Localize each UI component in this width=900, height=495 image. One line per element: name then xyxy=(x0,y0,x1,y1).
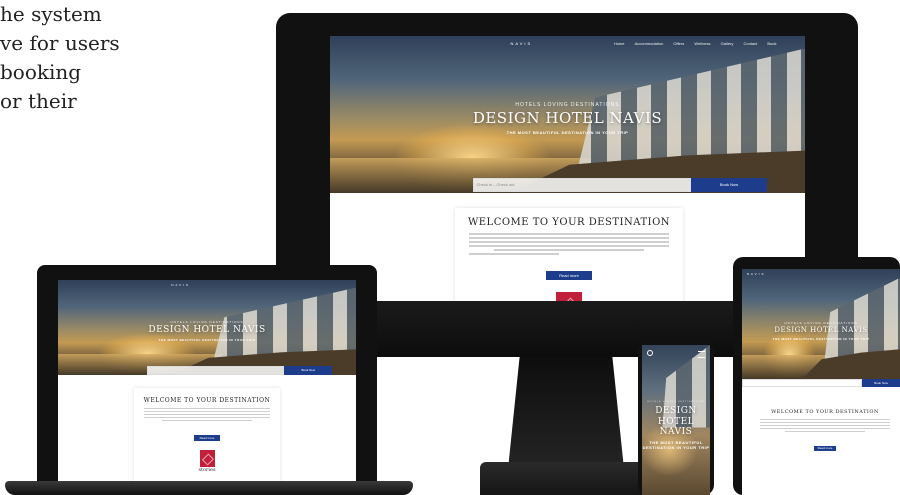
intro-text: he system ve for users booking or their xyxy=(0,0,170,116)
hero-title: DESIGN HOTEL NAVIS xyxy=(148,325,266,335)
site-nav: NAVIS Home Accommodation Offers Wellness… xyxy=(330,41,805,46)
site-logo[interactable]: NAVIS xyxy=(511,41,533,46)
hero-subtitle-line-2: DESTINATION IN YOUR TRIP xyxy=(642,445,710,450)
stories-logo xyxy=(199,450,215,467)
phone-screen: HOTELS LOVING DESTINATIONS DESIGN HOTEL … xyxy=(642,345,710,495)
phone-device: HOTELS LOVING DESTINATIONS DESIGN HOTEL … xyxy=(638,340,714,495)
nav-item-contact[interactable]: Contact xyxy=(743,41,757,46)
tablet-screen: NAVIS HOTELS LOVING DESTINATIONS DESIGN … xyxy=(742,269,900,495)
intro-line: booking xyxy=(0,60,82,84)
welcome-title: WELCOME TO YOUR DESTINATION xyxy=(143,397,271,404)
welcome-title: WELCOME TO YOUR DESTINATION xyxy=(771,409,879,415)
hero-kicker: HOTELS LOVING DESTINATIONS xyxy=(784,321,858,325)
laptop-screen: NAVIS HOTELS LOVING DESTINATIONS DESIGN … xyxy=(58,280,356,482)
stories-label: stories xyxy=(198,467,216,473)
read-more-button[interactable]: Read more xyxy=(546,271,592,280)
welcome-card: WELCOME TO YOUR DESTINATION Read more xyxy=(750,399,900,495)
hero-subtitle: THE MOST BEAUTIFUL DESTINATION IN YOUR T… xyxy=(158,338,256,342)
tablet-device: NAVIS HOTELS LOVING DESTINATIONS DESIGN … xyxy=(733,257,900,495)
booking-bar: Book Now xyxy=(742,379,900,387)
welcome-card: WELCOME TO YOUR DESTINATION Read more st… xyxy=(455,208,683,303)
booking-date-input[interactable]: Check in – Check out xyxy=(472,178,691,192)
booking-button[interactable]: Book Now xyxy=(862,379,900,387)
hero-kicker: HOTELS LOVING DESTINATIONS xyxy=(515,102,620,108)
hero-title-line-2: HOTEL NAVIS xyxy=(657,417,695,437)
laptop-device: NAVIS HOTELS LOVING DESTINATIONS DESIGN … xyxy=(37,265,377,482)
welcome-card: WELCOME TO YOUR DESTINATION Read more st… xyxy=(134,388,280,482)
nav-item-offers[interactable]: Offers xyxy=(673,41,684,46)
hero-banner: NAVIS HOTELS LOVING DESTINATIONS DESIGN … xyxy=(742,269,900,379)
hero-kicker: HOTELS LOVING DESTINATIONS xyxy=(170,320,244,324)
read-more-button[interactable]: Read more xyxy=(194,435,220,441)
hero-banner: NAVIS Home Accommodation Offers Wellness… xyxy=(330,36,805,193)
booking-bar: Book Now xyxy=(58,366,356,375)
hero-subtitle: THE MOST BEAUTIFUL DESTINATION IN YOUR T… xyxy=(506,130,629,135)
nav-item-home[interactable]: Home xyxy=(614,41,625,46)
nav-item-book[interactable]: Book xyxy=(767,41,776,46)
nav-item-gallery[interactable]: Gallery xyxy=(721,41,734,46)
laptop-base xyxy=(5,481,413,495)
welcome-title: WELCOME TO YOUR DESTINATION xyxy=(467,217,671,228)
hero-kicker: HOTELS LOVING DESTINATIONS xyxy=(647,401,705,403)
booking-button[interactable]: Book Now xyxy=(284,366,333,375)
hero-title-line-1: DESIGN xyxy=(655,406,697,416)
welcome-paragraph xyxy=(134,408,280,421)
hero-banner: NAVIS HOTELS LOVING DESTINATIONS DESIGN … xyxy=(58,280,356,375)
booking-button[interactable]: Book Now xyxy=(691,178,767,192)
hero-banner: HOTELS LOVING DESTINATIONS DESIGN HOTEL … xyxy=(642,345,710,495)
hero-subtitle: THE MOST BEAUTIFUL DESTINATION IN YOUR T… xyxy=(772,337,870,341)
site-logo[interactable]: NAVIS xyxy=(747,272,766,276)
site-logo[interactable]: NAVIS xyxy=(171,283,190,287)
intro-line: or their xyxy=(0,89,77,113)
booking-date-input[interactable] xyxy=(147,366,285,375)
intro-line: ve for users xyxy=(0,31,120,55)
imac-foot xyxy=(480,462,652,495)
menu-icon[interactable] xyxy=(698,351,705,358)
imac-stand xyxy=(508,357,624,469)
intro-line: he system xyxy=(0,2,102,26)
search-icon[interactable] xyxy=(647,350,653,356)
booking-bar: Check in – Check out Book Now xyxy=(330,178,805,192)
booking-date-input[interactable] xyxy=(742,379,863,387)
nav-item-accommodation[interactable]: Accommodation xyxy=(635,41,664,46)
read-more-button[interactable]: Read more xyxy=(814,446,836,451)
nav-item-wellness[interactable]: Wellness xyxy=(694,41,710,46)
welcome-paragraph xyxy=(750,419,900,432)
hero-title: DESIGN HOTEL NAVIS xyxy=(472,109,663,127)
welcome-paragraph xyxy=(455,233,683,255)
hero-title: DESIGN HOTEL NAVIS xyxy=(774,326,868,334)
